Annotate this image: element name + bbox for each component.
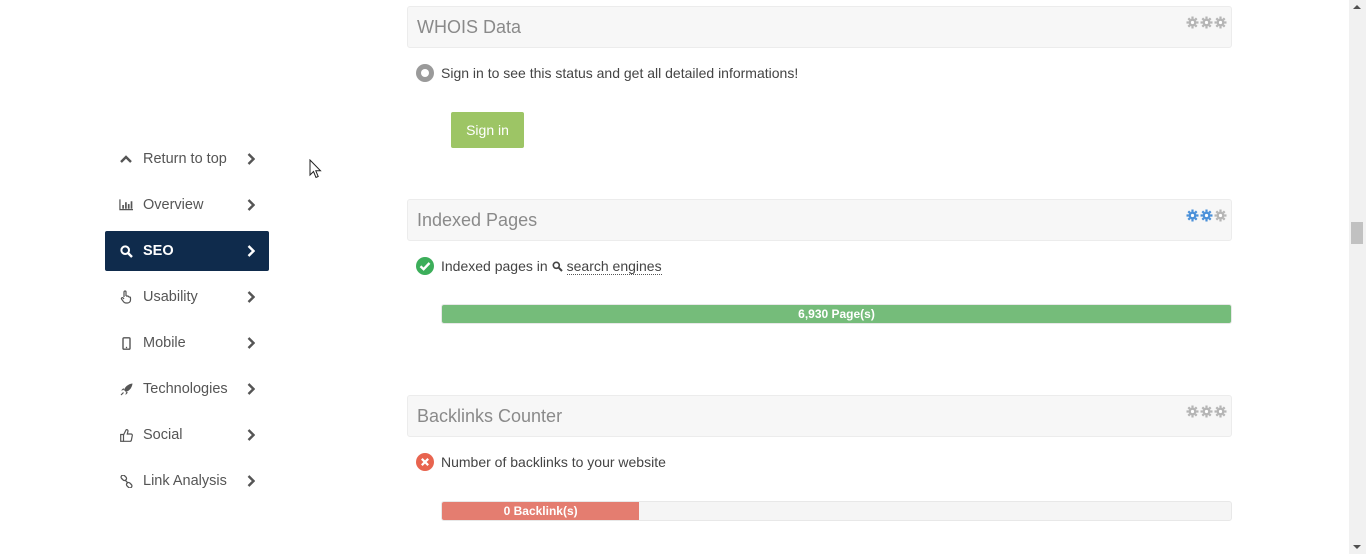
gear-icon	[1200, 16, 1213, 29]
neutral-circle-icon	[416, 64, 434, 82]
section-title: Indexed Pages	[417, 210, 538, 230]
sidebar-item-technologies[interactable]: Technologies	[105, 369, 269, 409]
thumbs-up-icon	[119, 428, 133, 442]
status-text: Sign in to see this status and get all d…	[441, 65, 799, 81]
chevron-right-icon	[245, 382, 257, 396]
chevron-right-icon	[245, 290, 257, 304]
indexed-pages-bar: 6,930 Page(s)	[441, 304, 1232, 324]
whois-panel-header: WHOIS Data	[407, 6, 1232, 48]
sidebar-item-label: Overview	[143, 197, 204, 213]
search-engines-link[interactable]: search engines	[566, 258, 662, 275]
importance-indicator	[1186, 16, 1227, 29]
bar-label: 6,930 Page(s)	[798, 307, 875, 321]
backlinks-bar-fill: 0 Backlink(s)	[442, 502, 640, 520]
sidebar-item-social[interactable]: Social	[105, 415, 269, 455]
indexed-pages-bar-fill: 6,930 Page(s)	[442, 305, 1231, 323]
chevron-up-icon	[119, 152, 133, 166]
sidebar-item-usability[interactable]: Usability	[105, 277, 269, 317]
gear-icon	[1214, 16, 1227, 29]
gear-icon	[1214, 209, 1227, 222]
whois-status: Sign in to see this status and get all d…	[416, 64, 798, 82]
sidebar-item-link-analysis[interactable]: Link Analysis	[105, 461, 269, 501]
sidebar-item-label: Social	[143, 427, 183, 443]
section-title: Backlinks Counter	[417, 406, 563, 426]
pointer-hand-icon	[119, 290, 133, 304]
status-text: Number of backlinks to your website	[441, 454, 666, 470]
chevron-right-icon	[245, 152, 257, 166]
backlinks-panel-header: Backlinks Counter	[407, 395, 1232, 437]
chevron-right-icon	[245, 428, 257, 442]
scroll-down-arrow-icon[interactable]	[1353, 545, 1361, 549]
sign-in-button[interactable]: Sign in	[451, 112, 524, 148]
importance-indicator	[1186, 209, 1227, 222]
chevron-right-icon	[245, 198, 257, 212]
sidebar-item-label: Technologies	[143, 381, 228, 397]
mobile-icon	[119, 336, 133, 350]
check-circle-icon	[416, 257, 434, 275]
rocket-icon	[119, 382, 133, 396]
section-title: WHOIS Data	[417, 17, 522, 37]
sidebar-item-label: Usability	[143, 289, 198, 305]
page-scrollbar[interactable]	[1349, 0, 1366, 554]
sidebar-item-return-to-top[interactable]: Return to top	[105, 139, 269, 179]
chevron-right-icon	[245, 336, 257, 350]
chevron-right-icon	[245, 474, 257, 488]
gear-icon	[1200, 209, 1213, 222]
backlinks-status: Number of backlinks to your website	[416, 453, 666, 471]
scroll-up-arrow-icon[interactable]	[1353, 5, 1361, 9]
backlinks-bar: 0 Backlink(s)	[441, 501, 1232, 521]
gear-icon	[1186, 209, 1199, 222]
bar-chart-icon	[119, 198, 133, 212]
link-icon	[119, 474, 133, 488]
error-circle-icon	[416, 453, 434, 471]
sidebar-item-mobile[interactable]: Mobile	[105, 323, 269, 363]
gear-icon	[1200, 405, 1213, 418]
sidebar-item-overview[interactable]: Overview	[105, 185, 269, 225]
gear-icon	[1186, 405, 1199, 418]
scrollbar-thumb[interactable]	[1351, 222, 1363, 244]
search-icon	[119, 244, 133, 258]
sidebar-item-label: Return to top	[143, 151, 227, 167]
indexed-pages-status: Indexed pages in search engines	[416, 257, 662, 275]
sidebar-item-label: Link Analysis	[143, 473, 227, 489]
importance-indicator	[1186, 405, 1227, 418]
search-icon	[552, 261, 563, 272]
bar-label: 0 Backlink(s)	[503, 504, 578, 518]
chevron-right-icon	[245, 244, 257, 258]
sidebar-item-seo[interactable]: SEO	[105, 231, 269, 271]
gear-icon	[1186, 16, 1199, 29]
indexed-pages-panel-header: Indexed Pages	[407, 199, 1232, 241]
sidebar-nav: Return to top Overview SEO Usability Mob…	[105, 139, 269, 507]
sidebar-item-label: Mobile	[143, 335, 186, 351]
mouse-cursor-icon	[309, 159, 322, 179]
sidebar-item-label: SEO	[143, 243, 174, 259]
status-text: Indexed pages in	[441, 258, 548, 274]
gear-icon	[1214, 405, 1227, 418]
